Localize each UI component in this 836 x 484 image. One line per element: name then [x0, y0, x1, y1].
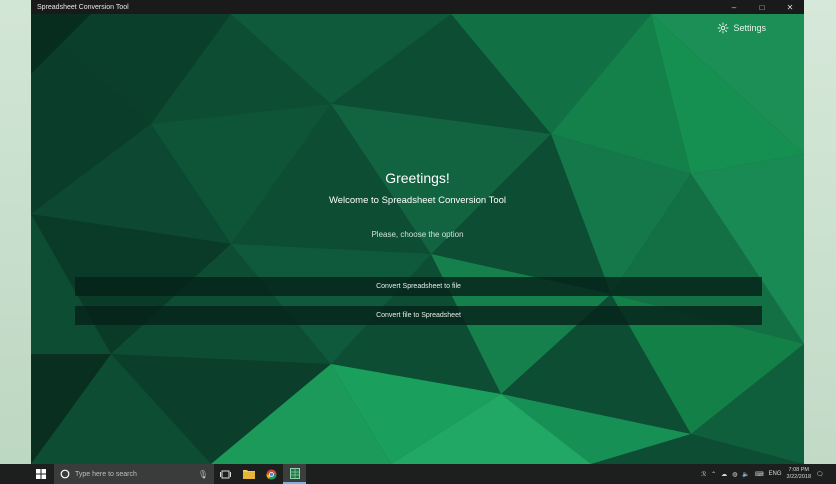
taskbar-spreadsheet-app[interactable] — [283, 464, 306, 484]
convert-spreadsheet-to-file-button[interactable]: Convert Spreadsheet to file — [75, 277, 762, 296]
search-placeholder: Type here to search — [75, 470, 137, 478]
taskbar-chrome[interactable] — [260, 464, 283, 484]
desktop-background-right — [804, 0, 836, 464]
taskbar-search-box[interactable]: Type here to search 🎙 — [54, 464, 214, 484]
language-indicator[interactable]: ENG — [769, 471, 782, 477]
onedrive-icon[interactable]: ☁ — [721, 471, 727, 478]
network-icon[interactable]: ◍ — [732, 471, 737, 478]
speaker-icon[interactable]: 🔈 — [742, 471, 749, 478]
settings-button[interactable]: Settings — [717, 22, 766, 34]
app-window: Spreadsheet Conversion Tool – □ ✕ Settin… — [31, 0, 804, 464]
taskbar: Type here to search 🎙 ℛ ⌃ ☁ ◍ 🔈 ⌨ ENG 7:… — [0, 464, 836, 484]
folder-icon — [242, 470, 255, 479]
clock-date: 3/22/2018 — [786, 474, 811, 480]
choose-option-prompt: Please, choose the option — [371, 230, 464, 239]
chrome-icon — [266, 468, 277, 480]
close-button[interactable]: ✕ — [776, 0, 804, 14]
desktop-background-left — [0, 0, 31, 464]
settings-label: Settings — [733, 23, 766, 33]
task-view-button[interactable] — [214, 464, 237, 484]
notification-icon[interactable]: 🗨 — [816, 471, 830, 478]
system-tray: ℛ ⌃ ☁ ◍ 🔈 ⌨ ENG 7:08 PM 3/22/2018 🗨 — [701, 467, 836, 481]
minimize-button[interactable]: – — [720, 0, 748, 14]
keyboard-icon[interactable]: ⌨ — [755, 471, 764, 478]
clock-time: 7:08 PM — [788, 467, 809, 473]
clock[interactable]: 7:08 PM 3/22/2018 — [787, 467, 811, 481]
greeting-heading: Greetings! — [385, 170, 450, 186]
chevron-up-icon[interactable]: ⌃ — [711, 471, 716, 478]
maximize-button[interactable]: □ — [748, 0, 776, 14]
spreadsheet-app-icon — [289, 467, 300, 479]
windows-logo-icon — [36, 469, 46, 479]
people-icon[interactable]: ℛ — [701, 471, 706, 478]
title-bar[interactable]: Spreadsheet Conversion Tool – □ ✕ — [31, 0, 804, 14]
microphone-icon[interactable]: 🎙 — [198, 470, 208, 479]
start-button[interactable] — [30, 464, 52, 484]
taskbar-file-explorer[interactable] — [237, 464, 260, 484]
welcome-subheading: Welcome to Spreadsheet Conversion Tool — [328, 195, 507, 206]
task-view-icon — [220, 470, 231, 478]
cortana-icon — [60, 469, 70, 479]
window-title: Spreadsheet Conversion Tool — [37, 3, 129, 11]
convert-file-to-spreadsheet-button[interactable]: Convert file to Spreadsheet — [75, 306, 762, 325]
low-poly-background — [31, 14, 804, 464]
gear-icon — [717, 22, 729, 34]
